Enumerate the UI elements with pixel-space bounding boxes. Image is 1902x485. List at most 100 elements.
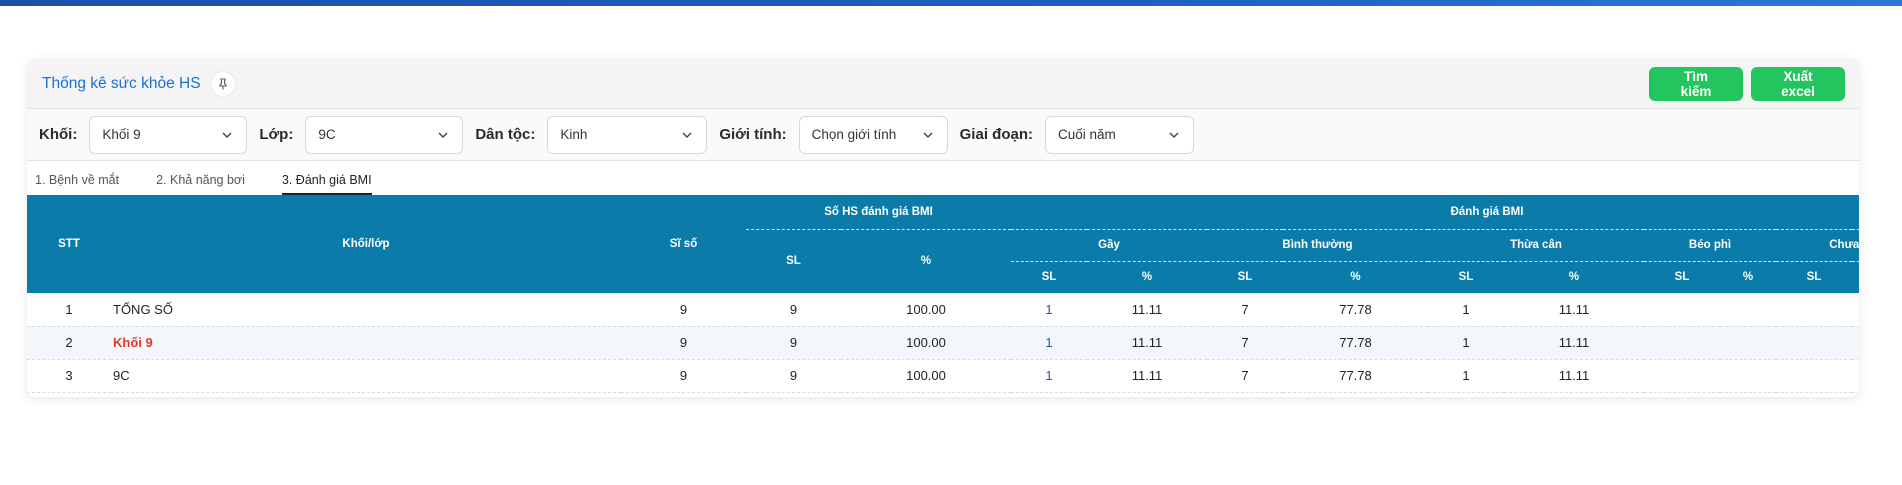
cell-gay-pct: 11.11 — [1087, 293, 1207, 327]
cell-cd-pct — [1852, 326, 1859, 360]
cell-bt-sl: 7 — [1207, 359, 1283, 393]
cell-cd-sl — [1776, 293, 1852, 327]
header-si-so: Sĩ số — [621, 195, 746, 293]
cell-bp-sl — [1644, 293, 1720, 327]
filter-label-giai-doan: Giai đoạn: — [959, 126, 1033, 143]
header-chua-danh-gia: Chưa đánh giá — [1776, 229, 1859, 262]
chevron-down-icon — [438, 132, 448, 138]
tab-bmi[interactable]: 3. Đánh giá BMI — [281, 173, 372, 195]
table-row: 2 Khối 9 9 9 100.00 1 11.11 7 77.78 1 11… — [27, 326, 1859, 360]
header-stt: STT — [27, 195, 111, 293]
header-bp-pct: % — [1720, 261, 1776, 293]
header-bt-pct: % — [1283, 261, 1428, 293]
cell-tc-pct: 11.11 — [1504, 359, 1644, 393]
search-button[interactable]: Tìm kiếm — [1649, 66, 1743, 101]
header-danh-gia-bmi: Đánh giá BMI — [1011, 195, 1859, 230]
filter-label-gioi-tinh: Giới tính: — [719, 126, 787, 143]
cell-sl: 9 — [746, 326, 841, 360]
dan-toc-select[interactable]: Kinh — [547, 115, 708, 154]
gioi-tinh-select[interactable]: Chọn giới tính — [798, 115, 948, 154]
cell-gay-sl[interactable]: 1 — [1011, 326, 1087, 360]
filter-label-lop: Lớp: — [259, 126, 294, 143]
cell-name: TỔNG SỐ — [111, 293, 621, 327]
header-gay-pct: % — [1087, 261, 1207, 293]
cell-pct: 100.00 — [841, 326, 1011, 360]
cell-sl: 9 — [746, 293, 841, 327]
cell-name: Khối 9 — [111, 326, 621, 360]
header-thua-can: Thừa cân — [1428, 229, 1644, 262]
cell-si-so: 9 — [621, 359, 746, 393]
lop-select-value: 9C — [318, 127, 336, 142]
bmi-table: STT Khối/lớp Sĩ số Số HS đánh giá BMI Đá… — [27, 195, 1859, 393]
header-tc-sl: SL — [1428, 261, 1504, 293]
header-so-hs-pct: % — [841, 229, 1011, 293]
cell-cd-pct — [1852, 359, 1859, 393]
cell-gay-pct: 11.11 — [1087, 326, 1207, 360]
tab-eye-disease[interactable]: 1. Bệnh về mắt — [35, 173, 119, 195]
header-gay: Gầy — [1011, 229, 1207, 262]
cell-si-so: 9 — [621, 293, 746, 327]
tab-swimming[interactable]: 2. Khả năng bơi — [156, 173, 245, 195]
cell-bt-pct: 77.78 — [1283, 359, 1428, 393]
khoi-select-value: Khối 9 — [102, 127, 141, 142]
cell-gay-pct: 11.11 — [1087, 359, 1207, 393]
cell-si-so: 9 — [621, 326, 746, 360]
filter-label-dan-toc: Dân tộc: — [475, 126, 536, 143]
header-tc-pct: % — [1504, 261, 1644, 293]
cell-tc-sl: 1 — [1428, 326, 1504, 360]
health-stats-card: Thống kê sức khỏe HS Tìm kiếm Xuất excel… — [27, 59, 1859, 397]
cell-pct: 100.00 — [841, 293, 1011, 327]
header-beo-phi: Béo phì — [1644, 229, 1776, 262]
cell-bt-sl: 7 — [1207, 326, 1283, 360]
cell-bp-pct — [1720, 359, 1776, 393]
cell-gay-sl[interactable]: 1 — [1011, 293, 1087, 327]
header-bp-sl: SL — [1644, 261, 1720, 293]
chevron-down-icon — [222, 132, 232, 138]
cell-pct: 100.00 — [841, 359, 1011, 393]
cell-tc-pct: 11.11 — [1504, 293, 1644, 327]
header-binh-thuong: Bình thường — [1207, 229, 1428, 262]
cell-gay-sl[interactable]: 1 — [1011, 359, 1087, 393]
filter-label-khoi: Khối: — [39, 126, 78, 143]
cell-bt-pct: 77.78 — [1283, 293, 1428, 327]
table-row: 1 TỔNG SỐ 9 9 100.00 1 11.11 7 77.78 1 1… — [27, 293, 1859, 327]
header-so-hs-sl: SL — [746, 229, 841, 293]
header-bt-sl: SL — [1207, 261, 1283, 293]
filter-bar: Khối: Khối 9 Lớp: 9C Dân tộc: Kinh Giới … — [27, 109, 1859, 161]
card-header: Thống kê sức khỏe HS Tìm kiếm Xuất excel — [27, 59, 1859, 109]
cell-tc-sl: 1 — [1428, 359, 1504, 393]
chevron-down-icon — [1169, 132, 1179, 138]
giai-doan-select-value: Cuối năm — [1057, 127, 1116, 142]
cell-cd-pct — [1852, 293, 1859, 327]
cell-bp-sl — [1644, 359, 1720, 393]
export-excel-button[interactable]: Xuất excel — [1751, 66, 1845, 101]
dan-toc-select-value: Kinh — [560, 127, 588, 142]
cell-bp-pct — [1720, 326, 1776, 360]
khoi-select[interactable]: Khối 9 — [89, 115, 248, 154]
cell-bt-pct: 77.78 — [1283, 326, 1428, 360]
top-accent-bar — [0, 0, 1902, 6]
cell-tc-pct: 11.11 — [1504, 326, 1644, 360]
header-khoi-lop: Khối/lớp — [111, 195, 621, 293]
cell-tc-sl: 1 — [1428, 293, 1504, 327]
cell-cd-sl — [1776, 326, 1852, 360]
table-row: 3 9C 9 9 100.00 1 11.11 7 77.78 1 11.11 — [27, 359, 1859, 393]
cell-bt-sl: 7 — [1207, 293, 1283, 327]
header-cd-pct: % — [1852, 261, 1859, 293]
header-so-hs-danh-gia: Số HS đánh giá BMI — [746, 195, 1011, 230]
cell-cd-sl — [1776, 359, 1852, 393]
chevron-down-icon — [682, 132, 692, 138]
cell-stt: 1 — [27, 293, 111, 327]
giai-doan-select[interactable]: Cuối năm — [1044, 115, 1194, 154]
gioi-tinh-select-value: Chọn giới tính — [811, 127, 897, 142]
tab-bar: 1. Bệnh về mắt 2. Khả năng bơi 3. Đánh g… — [27, 161, 1859, 195]
cell-stt: 3 — [27, 359, 111, 393]
pin-icon[interactable] — [210, 71, 235, 96]
cell-sl: 9 — [746, 359, 841, 393]
header-gay-sl: SL — [1011, 261, 1087, 293]
cell-stt: 2 — [27, 326, 111, 360]
header-cd-sl: SL — [1776, 261, 1852, 293]
chevron-down-icon — [923, 132, 933, 138]
page-title: Thống kê sức khỏe HS — [42, 74, 201, 92]
lop-select[interactable]: 9C — [305, 115, 464, 154]
